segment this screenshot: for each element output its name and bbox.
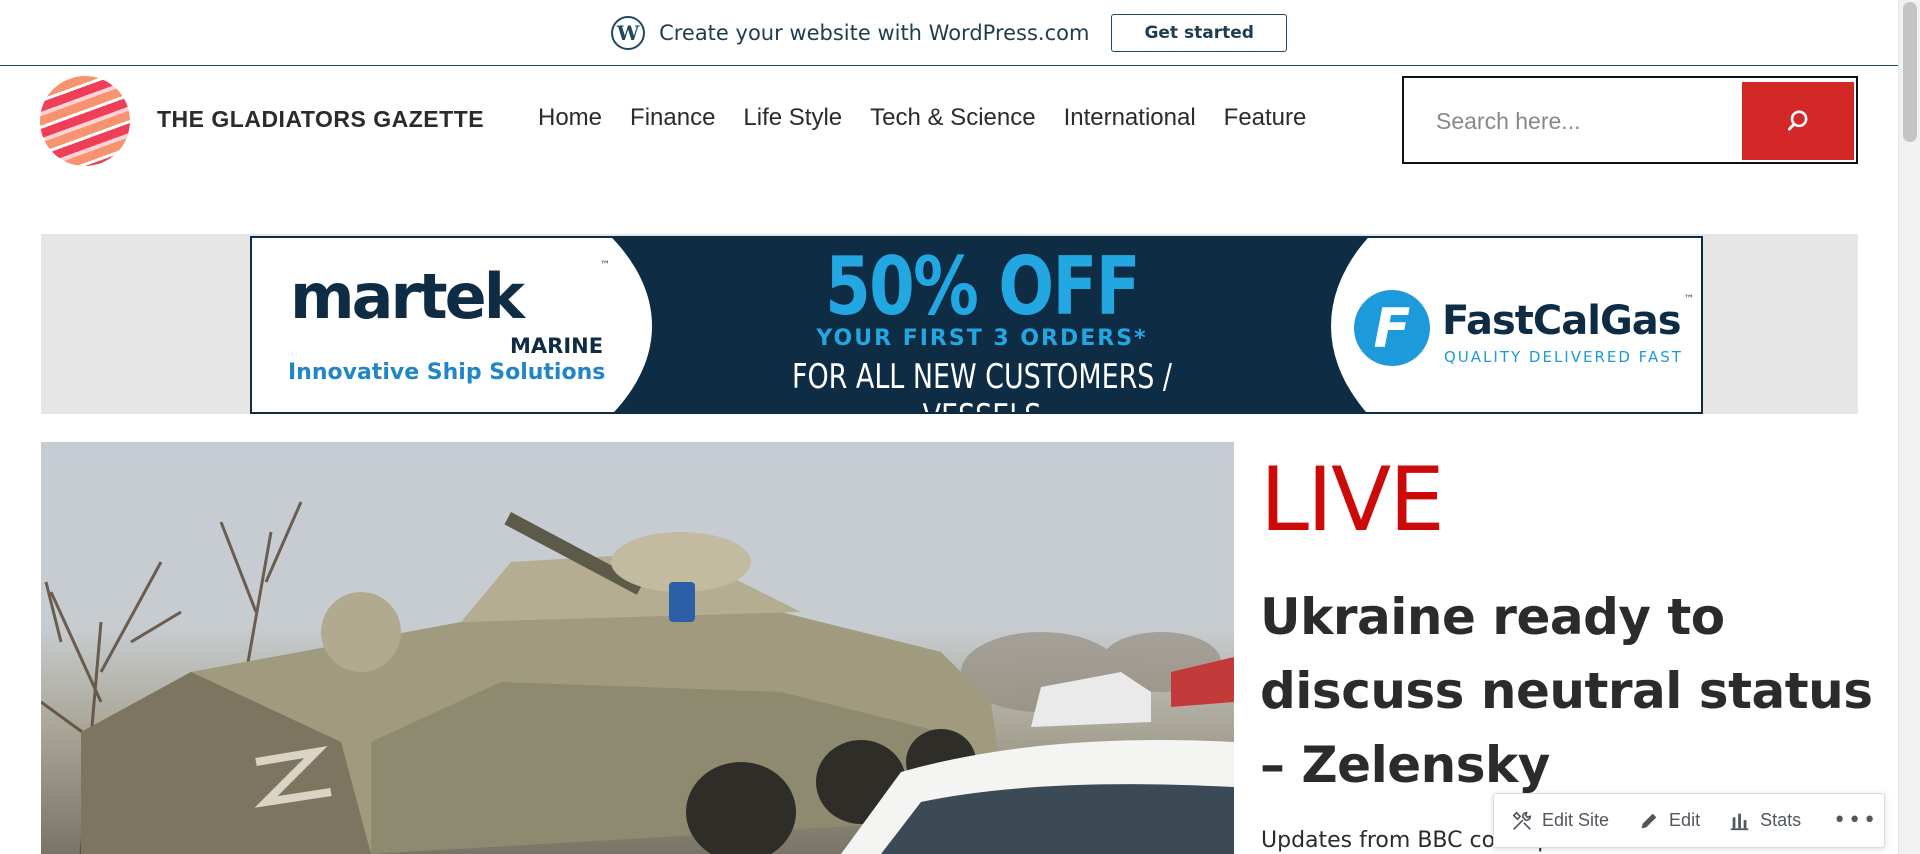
fastcalgas-tagline: QUALITY DELIVERED FAST xyxy=(1444,348,1683,366)
nav-item-tech-science[interactable]: Tech & Science xyxy=(870,104,1035,132)
edit-site-label: Edit Site xyxy=(1542,810,1610,830)
site-logo[interactable] xyxy=(40,76,130,166)
live-label: LIVE xyxy=(1260,448,1445,551)
martek-tagline: Innovative Ship Solutions xyxy=(288,360,606,385)
bar-chart-icon xyxy=(1728,809,1752,833)
scrollbar-thumb[interactable] xyxy=(1903,2,1917,142)
wordpress-logo-icon: W xyxy=(611,15,646,50)
fastcalgas-trademark: ™ xyxy=(1684,294,1694,305)
stats-label: Stats xyxy=(1760,810,1802,830)
tools-icon xyxy=(1510,809,1534,833)
nav-item-home[interactable]: Home xyxy=(538,104,602,132)
stats-button[interactable]: Stats xyxy=(1728,809,1819,833)
site-title[interactable]: THE GLADIATORS GAZETTE xyxy=(157,106,484,133)
wordpress-promo-bar: W Create your website with WordPress.com… xyxy=(0,0,1898,66)
search-button[interactable] xyxy=(1742,82,1854,160)
edit-label: Edit xyxy=(1669,810,1701,830)
martek-logo: martek xyxy=(290,260,525,333)
armored-vehicle-photo xyxy=(41,501,1234,854)
ad-offer-headline: 50% OFF xyxy=(825,240,1140,333)
vertical-scrollbar[interactable] xyxy=(1898,0,1920,854)
wordpress-promo-text[interactable]: Create your website with WordPress.com xyxy=(659,21,1089,45)
ad-container: martek ™ MARINE Innovative Ship Solution… xyxy=(41,234,1858,414)
fastcalgas-logo-icon: F xyxy=(1354,290,1430,366)
nav-item-finance[interactable]: Finance xyxy=(630,104,715,132)
martek-marine-label: MARINE xyxy=(510,334,604,358)
search-icon xyxy=(1787,110,1808,131)
search-form xyxy=(1402,76,1858,164)
ad-offer-audience: FOR ALL NEW CUSTOMERS / VESSELS xyxy=(791,357,1173,412)
primary-nav: Home Finance Life Style Tech & Science I… xyxy=(538,104,1306,132)
martek-trademark: ™ xyxy=(600,260,610,271)
featured-image[interactable] xyxy=(41,442,1234,854)
edit-site-button[interactable]: Edit Site xyxy=(1510,809,1627,833)
nav-item-feature[interactable]: Feature xyxy=(1224,104,1307,132)
more-options-icon[interactable]: ••• xyxy=(1833,808,1878,833)
featured-headline[interactable]: Ukraine ready to discuss neutral status … xyxy=(1260,580,1880,802)
nav-item-international[interactable]: International xyxy=(1064,104,1196,132)
ad-banner[interactable]: martek ™ MARINE Innovative Ship Solution… xyxy=(250,236,1703,414)
admin-action-bar: Edit Site Edit Stats ••• xyxy=(1493,793,1885,848)
edit-button[interactable]: Edit xyxy=(1637,809,1718,833)
fastcalgas-brand: FastCalGas xyxy=(1442,298,1682,344)
nav-item-life-style[interactable]: Life Style xyxy=(743,104,842,132)
pencil-icon xyxy=(1637,809,1661,833)
search-input[interactable] xyxy=(1416,86,1736,156)
ad-offer: 50% OFF YOUR FIRST 3 ORDERS* FOR ALL NEW… xyxy=(722,240,1242,413)
get-started-button[interactable]: Get started xyxy=(1111,13,1287,52)
